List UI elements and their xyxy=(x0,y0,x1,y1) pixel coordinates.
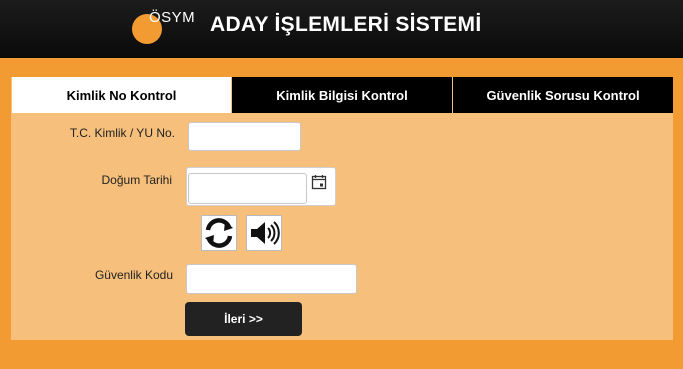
tab-label: Kimlik Bilgisi Kontrol xyxy=(276,87,408,103)
app-title: ADAY İŞLEMLERİ SİSTEMİ xyxy=(210,13,482,36)
tab-kimlik-bilgisi-kontrol[interactable]: Kimlik Bilgisi Kontrol xyxy=(232,77,452,113)
next-button[interactable]: İleri >> xyxy=(185,302,302,336)
calendar-icon[interactable] xyxy=(311,174,327,190)
tc-kimlik-input[interactable] xyxy=(188,122,301,151)
refresh-captcha-icon xyxy=(205,218,233,248)
tab-kimlik-no-kontrol[interactable]: Kimlik No Kontrol xyxy=(12,77,231,113)
refresh-captcha-button[interactable] xyxy=(201,215,237,251)
birth-date-label: Doğum Tarihi xyxy=(101,173,172,187)
tab-label: Güvenlik Sorusu Kontrol xyxy=(486,87,640,103)
top-header-bar: ÖSYM ADAY İŞLEMLERİ SİSTEMİ xyxy=(0,0,683,58)
security-code-input[interactable] xyxy=(186,264,357,294)
tc-kimlik-label: T.C. Kimlik / YU No. xyxy=(69,126,175,140)
audio-captcha-button[interactable] xyxy=(246,215,282,251)
tab-guvenlik-sorusu-kontrol[interactable]: Güvenlik Sorusu Kontrol xyxy=(453,77,673,113)
security-code-label: Güvenlik Kodu xyxy=(94,268,173,282)
tab-label: Kimlik No Kontrol xyxy=(66,87,177,103)
birth-date-input[interactable] xyxy=(188,173,307,204)
form-panel xyxy=(11,77,673,340)
osym-logo-text: ÖSYM xyxy=(149,9,196,26)
audio-captcha-icon xyxy=(251,221,280,245)
